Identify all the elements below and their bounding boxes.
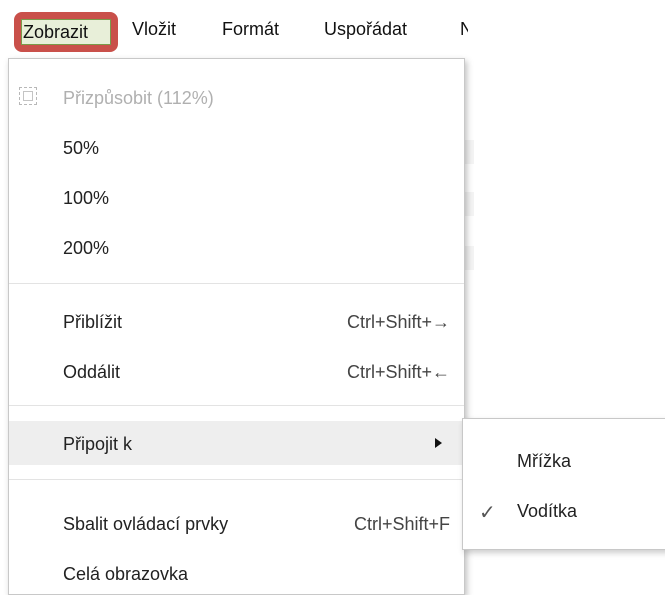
menu-item-zoom-in-label: Přiblížit: [63, 312, 123, 332]
menu-item-fit: Přizpůsobit (112%): [9, 75, 464, 119]
checkmark-icon: ✓: [479, 502, 496, 524]
menu-format[interactable]: Formát: [222, 19, 279, 40]
menu-item-snap-to-label: Připojit k: [63, 434, 133, 454]
menu-item-zoom-50[interactable]: 50%: [9, 125, 464, 169]
menu-item-snap-to[interactable]: Připojit k: [9, 421, 464, 465]
menu-zobrazit[interactable]: Zobrazit: [14, 12, 118, 52]
fit-to-screen-icon: [19, 87, 37, 105]
menu-usporadat[interactable]: Uspořádat: [324, 19, 407, 40]
menu-item-zoom-200-label: 200%: [63, 238, 110, 258]
menu-item-collapse-controls[interactable]: Sbalit ovládací prvky Ctrl+Shift+F: [9, 501, 464, 545]
submenu-item-grid[interactable]: Mřížka: [463, 438, 665, 482]
menu-item-zoom-100[interactable]: 100%: [9, 175, 464, 219]
menu-item-zoom-100-label: 100%: [63, 188, 110, 208]
menu-zobrazit-label: Zobrazit: [21, 19, 111, 45]
menu-item-zoom-in[interactable]: Přiblížit Ctrl+Shift+→: [9, 299, 464, 343]
menu-next-cut[interactable]: N: [460, 19, 468, 40]
menu-item-fullscreen-label: Celá obrazovka: [63, 564, 189, 584]
menu-item-zoom-50-label: 50%: [63, 138, 100, 158]
snap-to-submenu: Mřížka ✓ Vodítka: [462, 418, 665, 550]
menu-vlozit[interactable]: Vložit: [132, 19, 176, 40]
submenu-item-guides[interactable]: ✓ Vodítka: [463, 488, 665, 532]
menu-item-collapse-controls-shortcut: Ctrl+Shift+F: [353, 514, 450, 534]
menu-item-fullscreen[interactable]: Celá obrazovka: [9, 551, 464, 595]
menu-separator: [9, 405, 464, 406]
menu-item-zoom-in-shortcut: Ctrl+Shift+→: [346, 312, 450, 332]
menu-separator: [9, 283, 464, 284]
menu-item-zoom-200[interactable]: 200%: [9, 225, 464, 269]
menu-item-collapse-controls-label: Sbalit ovládací prvky: [63, 514, 229, 534]
view-dropdown-menu: Přizpůsobit (112%) 50% 100% 200% Přiblíž…: [8, 58, 465, 595]
submenu-item-guides-label: Vodítka: [517, 501, 578, 521]
menu-item-zoom-out-shortcut: Ctrl+Shift+←: [346, 362, 450, 382]
menubar: Zobrazit Vložit Formát Uspořádat N: [0, 0, 475, 60]
submenu-arrow-icon: [435, 438, 442, 448]
submenu-item-grid-label: Mřížka: [517, 451, 571, 471]
menu-item-zoom-out-label: Oddálit: [63, 362, 121, 382]
menu-item-zoom-out[interactable]: Oddálit Ctrl+Shift+←: [9, 349, 464, 393]
menu-item-fit-label: Přizpůsobit (112%): [63, 88, 214, 108]
menu-separator: [9, 479, 464, 480]
